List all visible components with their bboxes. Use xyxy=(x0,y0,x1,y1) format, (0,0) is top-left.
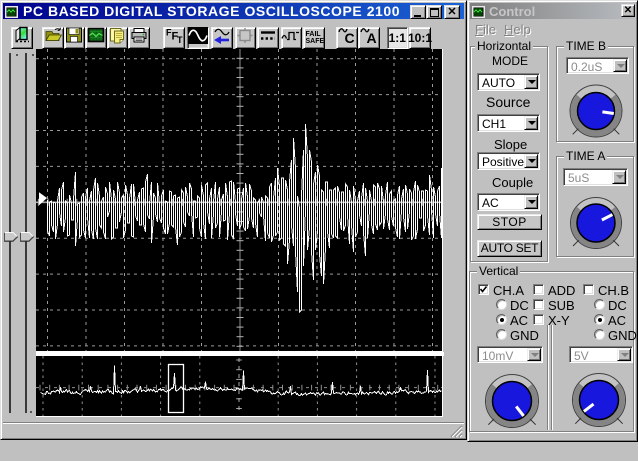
svg-text:A: A xyxy=(367,30,377,46)
svg-text:C: C xyxy=(344,30,354,46)
svg-text:T: T xyxy=(177,35,183,45)
